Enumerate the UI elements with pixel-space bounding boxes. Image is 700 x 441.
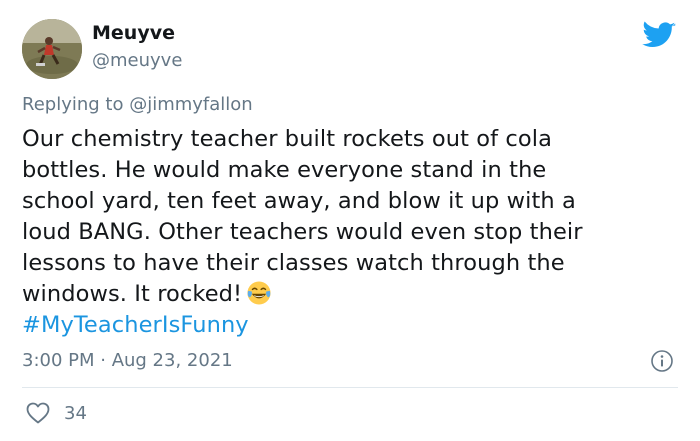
tweet-text-line: loud BANG. Other teachers would even sto… — [22, 219, 583, 245]
avatar[interactable] — [22, 19, 82, 79]
info-icon[interactable] — [650, 349, 674, 373]
tweet-text-last-line: windows. It rocked! — [22, 279, 682, 310]
twitter-bird-icon[interactable] — [642, 20, 676, 48]
tweet-text-line: school yard, ten feet away, and blow it … — [22, 188, 576, 214]
tweet-text-line: windows. It rocked! — [22, 281, 243, 307]
tweet-card: Meuyve @meuyve Replying to @jimmyfallon … — [0, 0, 700, 441]
heart-icon — [26, 402, 50, 424]
replying-to: Replying to @jimmyfallon — [22, 94, 253, 115]
face-with-tears-of-joy-icon — [247, 281, 271, 305]
divider — [22, 387, 678, 388]
replying-to-label: Replying to — [22, 94, 130, 115]
avatar-photo — [22, 19, 82, 79]
author-handle[interactable]: @meuyve — [92, 50, 182, 71]
like-button[interactable]: 34 — [26, 400, 87, 426]
tweet-body: Our chemistry teacher built rockets out … — [22, 124, 682, 341]
tweet-text-line: lessons to have their classes watch thro… — [22, 250, 565, 276]
like-count: 34 — [64, 402, 87, 424]
tweet-timestamp[interactable]: 3:00 PM · Aug 23, 2021 — [22, 350, 233, 371]
tweet-text-line: Our chemistry teacher built rockets out … — [22, 126, 552, 152]
hashtag-link[interactable]: #MyTeacherIsFunny — [22, 310, 682, 341]
author-display-name[interactable]: Meuyve — [92, 22, 175, 44]
reply-mention-link[interactable]: @jimmyfallon — [129, 94, 253, 115]
tweet-text-line: bottles. He would make everyone stand in… — [22, 157, 547, 183]
